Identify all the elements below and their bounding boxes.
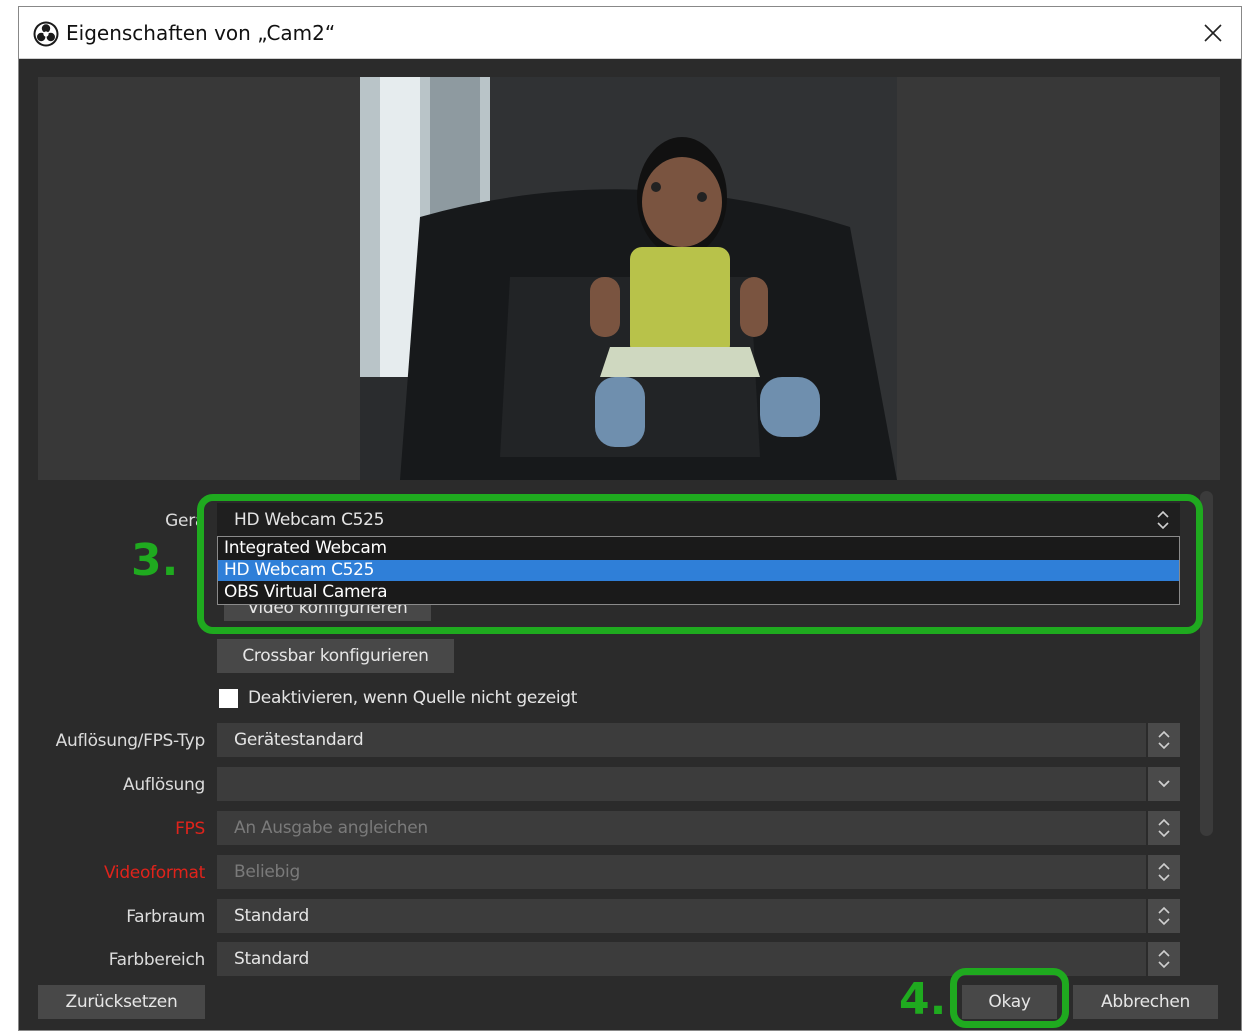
color-range-label: Farbbereich: [108, 950, 206, 970]
color-range-value: Standard: [234, 949, 309, 969]
updown-chevron-icon: [1146, 942, 1180, 976]
fps-value: An Ausgabe angleichen: [234, 818, 428, 838]
res-fps-type-select[interactable]: Gerätestandard: [217, 723, 1180, 757]
step3-label: 3.: [131, 535, 179, 586]
chevron-down-icon: [1146, 767, 1180, 801]
window-title: Eigenschaften von „Cam2“: [66, 21, 336, 45]
res-fps-type-label: Auflösung/FPS-Typ: [55, 731, 206, 751]
reset-button[interactable]: Zurücksetzen: [38, 985, 205, 1019]
video-format-value: Beliebig: [234, 862, 300, 882]
device-select-value: HD Webcam C525: [234, 510, 385, 530]
color-space-select[interactable]: Standard: [217, 899, 1180, 933]
res-fps-type-value: Gerätestandard: [234, 730, 364, 750]
close-button[interactable]: [1185, 7, 1241, 59]
dropdown-option[interactable]: OBS Virtual Camera: [218, 582, 1179, 603]
doll-preview-illustration: [360, 77, 897, 480]
deactivate-checkbox[interactable]: [219, 689, 238, 708]
updown-chevron-icon: [1146, 811, 1180, 845]
updown-chevron-icon: [1146, 899, 1180, 933]
step4-label: 4.: [899, 974, 947, 1025]
color-range-select[interactable]: Standard: [217, 942, 1180, 976]
configure-crossbar-label: Crossbar konfigurieren: [242, 646, 429, 666]
title-bar: Eigenschaften von „Cam2“: [19, 7, 1241, 59]
ok-button[interactable]: Okay: [962, 985, 1057, 1019]
color-space-value: Standard: [234, 906, 309, 926]
color-space-label: Farbraum: [126, 907, 205, 927]
resolution-select[interactable]: [217, 767, 1180, 801]
video-format-label: Videoformat: [103, 863, 205, 883]
properties-dialog: Eigenschaften von „Cam2“ Gerä HD Webcam …: [18, 6, 1242, 1031]
configure-crossbar-button[interactable]: Crossbar konfigurieren: [217, 639, 454, 673]
dropdown-option-selected[interactable]: HD Webcam C525: [218, 560, 1179, 581]
preview-area: [38, 77, 1220, 480]
close-icon: [1204, 24, 1222, 42]
ok-button-label: Okay: [988, 992, 1031, 1012]
updown-chevron-icon: [1146, 723, 1180, 757]
device-select[interactable]: HD Webcam C525: [217, 503, 1180, 537]
deactivate-checkbox-label: Deaktivieren, wenn Quelle nicht gezeigt: [248, 688, 578, 708]
cancel-button[interactable]: Abbrechen: [1073, 985, 1218, 1019]
cancel-button-label: Abbrechen: [1101, 992, 1190, 1012]
obs-logo-icon: [33, 21, 59, 47]
dropdown-option[interactable]: Integrated Webcam: [218, 538, 1179, 559]
video-format-select[interactable]: Beliebig: [217, 855, 1180, 889]
updown-chevron-icon: [1146, 503, 1180, 537]
fps-select[interactable]: An Ausgabe angleichen: [217, 811, 1180, 845]
resolution-label: Auflösung: [122, 775, 205, 795]
webcam-preview-image: [360, 77, 897, 480]
device-dropdown-list: Integrated Webcam HD Webcam C525 OBS Vir…: [217, 536, 1180, 605]
fps-label: FPS: [175, 819, 205, 839]
reset-button-label: Zurücksetzen: [65, 992, 178, 1012]
device-label: Gerä: [165, 511, 205, 531]
properties-scrollbar[interactable]: [1200, 491, 1213, 836]
updown-chevron-icon: [1146, 855, 1180, 889]
